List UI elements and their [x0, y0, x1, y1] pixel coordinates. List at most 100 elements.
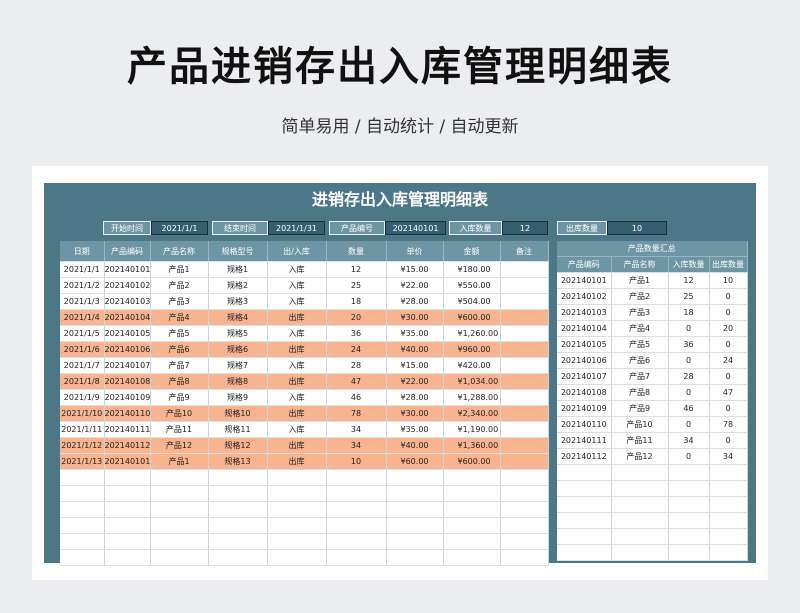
table-cell[interactable]: 规格10 [208, 405, 268, 422]
column-header[interactable]: 备注 [500, 241, 549, 262]
summary-cell[interactable]: 10 [709, 272, 748, 289]
table-cell[interactable]: 规格11 [208, 421, 268, 438]
table-cell[interactable]: 入库 [267, 277, 327, 294]
summary-column-header[interactable]: 入库数量 [668, 256, 710, 273]
table-cell[interactable]: ¥35.00 [386, 421, 444, 438]
table-cell[interactable] [326, 501, 387, 518]
table-cell[interactable] [60, 549, 105, 566]
summary-cell[interactable] [668, 528, 710, 545]
table-row[interactable]: 2021/1/10 202140110 产品10 规格10 出库 78 ¥30.00 ¥2,3… [60, 405, 549, 422]
table-cell[interactable] [443, 501, 501, 518]
table-cell[interactable]: 产品6 [150, 341, 209, 358]
table-cell[interactable]: 78 [326, 405, 387, 422]
table-cell[interactable] [104, 501, 151, 518]
table-cell[interactable] [326, 485, 387, 502]
table-cell[interactable] [208, 533, 268, 550]
table-cell[interactable] [208, 549, 268, 566]
table-cell[interactable]: 产品8 [150, 373, 209, 390]
table-cell[interactable]: ¥504.00 [443, 293, 501, 310]
summary-cell[interactable]: 12 [668, 272, 710, 289]
summary-cell[interactable]: 0 [709, 432, 748, 449]
summary-row[interactable]: 202140104 产品4 0 20 [557, 320, 748, 337]
summary-cell[interactable]: 202140101 [557, 272, 612, 289]
table-cell[interactable] [104, 485, 151, 502]
summary-cell[interactable]: 34 [668, 432, 710, 449]
summary-row[interactable]: 202140101 产品1 12 10 [557, 272, 748, 289]
table-cell[interactable]: 34 [326, 437, 387, 454]
summary-row[interactable]: 202140105 产品5 36 0 [557, 336, 748, 353]
table-cell[interactable]: 202140110 [104, 405, 151, 422]
table-cell[interactable]: 入库 [267, 357, 327, 374]
table-cell[interactable]: 规格7 [208, 357, 268, 374]
table-cell[interactable] [326, 517, 387, 534]
table-cell[interactable]: 2021/1/3 [60, 293, 105, 310]
table-cell[interactable] [500, 309, 549, 326]
table-cell[interactable]: ¥15.00 [386, 357, 444, 374]
summary-cell[interactable] [668, 480, 710, 497]
summary-row[interactable]: 202140109 产品9 46 0 [557, 400, 748, 417]
summary-row[interactable]: 202140108 产品8 0 47 [557, 384, 748, 401]
table-cell[interactable]: ¥40.00 [386, 341, 444, 358]
table-cell[interactable]: 规格5 [208, 325, 268, 342]
table-row[interactable] [60, 549, 549, 566]
table-cell[interactable]: 202140104 [104, 309, 151, 326]
summary-cell[interactable]: 202140103 [557, 304, 612, 321]
table-cell[interactable]: 产品1 [150, 261, 209, 278]
table-row[interactable]: 2021/1/7 202140107 产品7 规格7 入库 28 ¥15.00 ¥420.00 [60, 357, 549, 374]
table-cell[interactable]: 入库 [267, 261, 327, 278]
table-cell[interactable] [500, 277, 549, 294]
table-cell[interactable]: ¥1,288.00 [443, 389, 501, 406]
summary-cell[interactable]: 0 [668, 448, 710, 465]
table-cell[interactable] [267, 485, 327, 502]
table-cell[interactable]: ¥28.00 [386, 293, 444, 310]
table-cell[interactable]: 产品7 [150, 357, 209, 374]
table-cell[interactable] [326, 533, 387, 550]
table-cell[interactable] [208, 485, 268, 502]
table-cell[interactable]: 2021/1/2 [60, 277, 105, 294]
summary-cell[interactable] [557, 512, 612, 529]
table-cell[interactable]: 产品11 [150, 421, 209, 438]
table-cell[interactable]: 规格3 [208, 293, 268, 310]
table-cell[interactable]: ¥22.00 [386, 373, 444, 390]
table-cell[interactable]: ¥40.00 [386, 437, 444, 454]
summary-cell[interactable]: 46 [668, 400, 710, 417]
table-cell[interactable] [104, 469, 151, 486]
table-cell[interactable]: 12 [326, 261, 387, 278]
table-cell[interactable]: ¥550.00 [443, 277, 501, 294]
table-cell[interactable]: 24 [326, 341, 387, 358]
table-cell[interactable]: 规格4 [208, 309, 268, 326]
table-cell[interactable]: 出库 [267, 437, 327, 454]
table-cell[interactable]: 2021/1/10 [60, 405, 105, 422]
summary-cell[interactable]: 0 [668, 384, 710, 401]
summary-cell[interactable]: 202140109 [557, 400, 612, 417]
table-cell[interactable]: 202140108 [104, 373, 151, 390]
table-cell[interactable]: ¥28.00 [386, 389, 444, 406]
table-cell[interactable] [267, 549, 327, 566]
table-cell[interactable] [60, 533, 105, 550]
table-cell[interactable]: ¥600.00 [443, 309, 501, 326]
table-cell[interactable] [386, 485, 444, 502]
summary-cell[interactable] [709, 480, 748, 497]
table-row[interactable] [60, 469, 549, 486]
summary-cell[interactable]: 202140111 [557, 432, 612, 449]
table-cell[interactable] [443, 517, 501, 534]
summary-row[interactable]: 202140106 产品6 0 24 [557, 352, 748, 369]
table-row[interactable]: 2021/1/11 202140111 产品11 规格11 入库 34 ¥35.00 ¥1,1… [60, 421, 549, 438]
table-row[interactable]: 2021/1/2 202140102 产品2 规格2 入库 25 ¥22.00 ¥550.00 [60, 277, 549, 294]
summary-cell[interactable]: 0 [709, 400, 748, 417]
table-row[interactable]: 2021/1/13 202140101 产品1 规格13 出库 10 ¥60.00 ¥600.… [60, 453, 549, 470]
summary-cell[interactable] [668, 496, 710, 513]
table-cell[interactable] [326, 549, 387, 566]
end-time-input[interactable]: 2021/1/31 [268, 221, 325, 235]
table-cell[interactable]: 202140112 [104, 437, 151, 454]
summary-column-header[interactable]: 产品名称 [611, 256, 669, 273]
summary-cell[interactable]: 0 [709, 288, 748, 305]
summary-cell[interactable]: 202140104 [557, 320, 612, 337]
summary-row[interactable]: 202140112 产品12 0 34 [557, 448, 748, 465]
summary-row[interactable]: 202140111 产品11 34 0 [557, 432, 748, 449]
table-cell[interactable]: 规格2 [208, 277, 268, 294]
table-cell[interactable] [150, 485, 209, 502]
summary-cell[interactable]: 24 [709, 352, 748, 369]
table-cell[interactable]: ¥600.00 [443, 453, 501, 470]
summary-cell[interactable] [557, 544, 612, 561]
